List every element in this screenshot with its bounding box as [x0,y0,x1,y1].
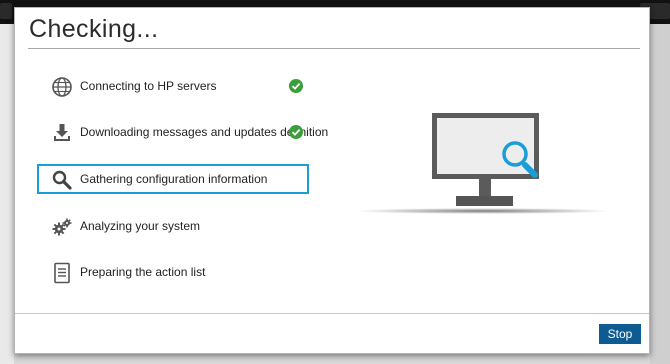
step-label: Analyzing your system [80,219,201,233]
magnifier-icon [52,170,72,190]
step-label: Connecting to HP servers [80,79,217,93]
step-label: Gathering configuration information [80,172,268,186]
footer-divider [15,313,649,314]
step-connecting: Connecting to HP servers [37,71,309,101]
step-preparing: Preparing the action list [37,257,309,287]
gears-icon [52,218,72,236]
step-label: Preparing the action list [80,265,206,279]
download-icon [54,124,70,141]
step-gathering: Gathering configuration information [37,164,309,194]
checking-dialog: Checking... Connecting to HP servers Dow… [14,7,650,354]
check-icon [289,79,303,93]
step-analyzing: Analyzing your system [37,211,309,241]
monitor-illustration [355,113,611,214]
title-divider [28,48,640,49]
check-icon [289,125,303,139]
monitor-base [456,196,513,206]
background-tab [0,3,12,19]
globe-icon [52,77,72,97]
document-icon [54,262,70,284]
background-right-panel [650,24,670,364]
dialog-title: Checking... [29,15,159,43]
step-downloading: Downloading messages and updates definit… [37,117,328,147]
monitor-neck [479,179,491,197]
background-left-panel [0,24,14,364]
monitor-shadow [355,208,611,214]
stop-button[interactable]: Stop [599,324,641,344]
